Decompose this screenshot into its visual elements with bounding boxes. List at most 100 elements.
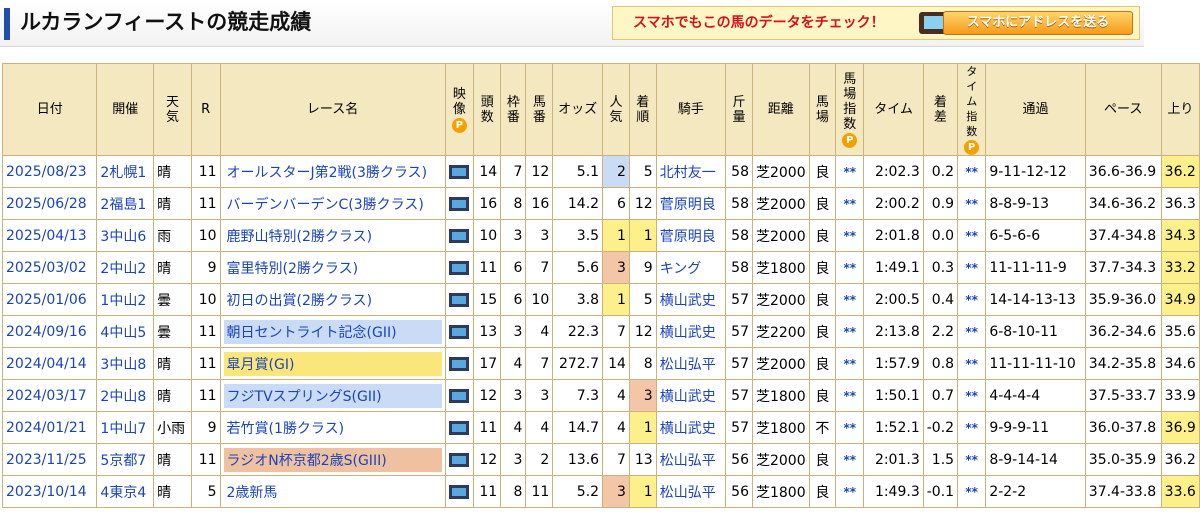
date-link[interactable]: 2025/04/13: [6, 228, 87, 244]
time-index-link[interactable]: **: [965, 453, 978, 467]
race-name-link[interactable]: 朝日セントライト記念(GII): [223, 319, 442, 344]
date-link[interactable]: 2025/08/23: [6, 164, 87, 180]
cell-gate: 3: [500, 219, 527, 252]
cell-r: 10: [190, 283, 221, 316]
cell-race: 2歳新馬: [219, 475, 446, 508]
race-name-link[interactable]: フジTVスプリングS(GII): [223, 383, 442, 408]
track-index-link[interactable]: **: [843, 197, 856, 211]
race-name-link[interactable]: 富里特別(2勝クラス): [224, 256, 442, 280]
venue-link[interactable]: 1中山7: [100, 421, 146, 437]
venue-link[interactable]: 3中山8: [100, 357, 146, 373]
time-index-link[interactable]: **: [965, 485, 978, 499]
track-index-link[interactable]: **: [843, 229, 856, 243]
track-index-link[interactable]: **: [843, 261, 856, 275]
jockey-link[interactable]: 菅原明良: [660, 197, 716, 213]
date-link[interactable]: 2024/03/17: [6, 388, 87, 404]
video-icon[interactable]: [449, 260, 470, 275]
jockey-link[interactable]: 松山弘平: [660, 453, 716, 469]
video-icon[interactable]: [449, 484, 470, 499]
date-link[interactable]: 2023/11/25: [6, 452, 87, 468]
video-icon[interactable]: [449, 196, 470, 211]
jockey-link[interactable]: 横山武史: [660, 293, 716, 309]
track-index-link[interactable]: **: [843, 485, 856, 499]
time-index-link[interactable]: **: [965, 197, 978, 211]
race-name-link[interactable]: 初日の出賞(2勝クラス): [224, 288, 442, 312]
cell-gate: 6: [500, 251, 527, 284]
cell-date: 2024/04/14: [1, 347, 98, 380]
track-index-link[interactable]: **: [843, 325, 856, 339]
video-icon[interactable]: [449, 324, 470, 339]
video-icon[interactable]: [449, 452, 470, 467]
cell-video: [444, 283, 475, 316]
race-name-link[interactable]: 鹿野山特別(2勝クラス): [224, 224, 442, 248]
date-link[interactable]: 2024/04/14: [6, 356, 87, 372]
race-name-link[interactable]: バーデンバーデンC(3勝クラス): [224, 192, 442, 216]
send-address-button[interactable]: スマホにアドレスを送る: [943, 11, 1133, 35]
track-index-link[interactable]: **: [843, 421, 856, 435]
race-name-link[interactable]: オールスターJ第2戦(3勝クラス): [224, 160, 442, 184]
jockey-link[interactable]: 松山弘平: [660, 357, 716, 373]
date-link[interactable]: 2023/10/14: [6, 484, 87, 500]
time-index-link[interactable]: **: [965, 165, 978, 179]
venue-link[interactable]: 4東京4: [100, 485, 146, 501]
race-name-link[interactable]: ラジオN杯京都2歳S(GIII): [223, 447, 442, 472]
jockey-link[interactable]: 菅原明良: [660, 229, 716, 245]
jockey-link[interactable]: キング: [660, 261, 702, 277]
race-name-link[interactable]: 2歳新馬: [224, 480, 442, 504]
venue-link[interactable]: 2福島1: [100, 197, 146, 213]
cell-pace: 37.7-34.3: [1084, 251, 1162, 284]
jockey-link[interactable]: 横山武史: [660, 389, 716, 405]
venue-link[interactable]: 3中山6: [100, 229, 146, 245]
cell-time: 2:00.2: [863, 187, 924, 220]
video-icon[interactable]: [449, 420, 470, 435]
page-title: ルカランフィーストの競走成績: [20, 10, 312, 34]
venue-link[interactable]: 4中山5: [100, 325, 146, 341]
jockey-link[interactable]: 松山弘平: [660, 485, 716, 501]
race-name-link[interactable]: 皐月賞(GI): [223, 351, 442, 376]
time-index-link[interactable]: **: [965, 325, 978, 339]
track-index-link[interactable]: **: [843, 293, 856, 307]
time-index-link[interactable]: **: [965, 389, 978, 403]
cell-time-index: **: [957, 475, 987, 508]
track-index-link[interactable]: **: [843, 165, 856, 179]
time-index-link[interactable]: **: [965, 229, 978, 243]
jockey-link[interactable]: 北村友一: [660, 165, 716, 181]
date-link[interactable]: 2025/01/06: [6, 292, 87, 308]
cell-passing: 11-11-11-10: [985, 347, 1086, 380]
video-icon[interactable]: [449, 356, 470, 371]
track-index-link[interactable]: **: [843, 453, 856, 467]
col-venue[interactable]: 開催: [96, 63, 155, 156]
cell-track-index: **: [835, 411, 865, 444]
track-index-link[interactable]: **: [843, 389, 856, 403]
cell-venue: 2中山2: [96, 251, 155, 284]
video-icon[interactable]: [449, 228, 470, 243]
cell-time: 2:13.8: [863, 315, 924, 348]
date-link[interactable]: 2025/03/02: [6, 260, 87, 276]
date-link[interactable]: 2025/06/28: [6, 196, 87, 212]
venue-link[interactable]: 5京都7: [100, 453, 146, 469]
cell-weather: 晴: [153, 379, 192, 412]
video-icon[interactable]: [449, 164, 470, 179]
jockey-link[interactable]: 横山武史: [660, 325, 716, 341]
video-icon[interactable]: [449, 388, 470, 403]
jockey-link[interactable]: 横山武史: [660, 421, 716, 437]
time-index-link[interactable]: **: [965, 421, 978, 435]
date-link[interactable]: 2024/09/16: [6, 324, 87, 340]
cell-odds: 22.3: [552, 315, 604, 348]
race-name-link[interactable]: 若竹賞(1勝クラス): [224, 416, 442, 440]
venue-link[interactable]: 2中山8: [100, 389, 146, 405]
title-accent-bar: [4, 8, 10, 40]
track-index-link[interactable]: **: [843, 357, 856, 371]
time-index-link[interactable]: **: [965, 357, 978, 371]
cell-odds: 5.6: [552, 251, 604, 284]
venue-link[interactable]: 2札幌1: [100, 165, 146, 181]
venue-link[interactable]: 2中山2: [100, 261, 146, 277]
time-index-link[interactable]: **: [965, 261, 978, 275]
col-date[interactable]: 日付: [1, 63, 98, 156]
video-icon[interactable]: [449, 292, 470, 307]
smartphone-promo-banner[interactable]: スマホでもこの馬のデータをチェック！ スマホにアドレスを送る: [612, 6, 1140, 40]
date-link[interactable]: 2024/01/21: [6, 420, 87, 436]
time-index-link[interactable]: **: [965, 293, 978, 307]
cell-last: 34.9: [1160, 283, 1200, 316]
venue-link[interactable]: 1中山2: [100, 293, 146, 309]
